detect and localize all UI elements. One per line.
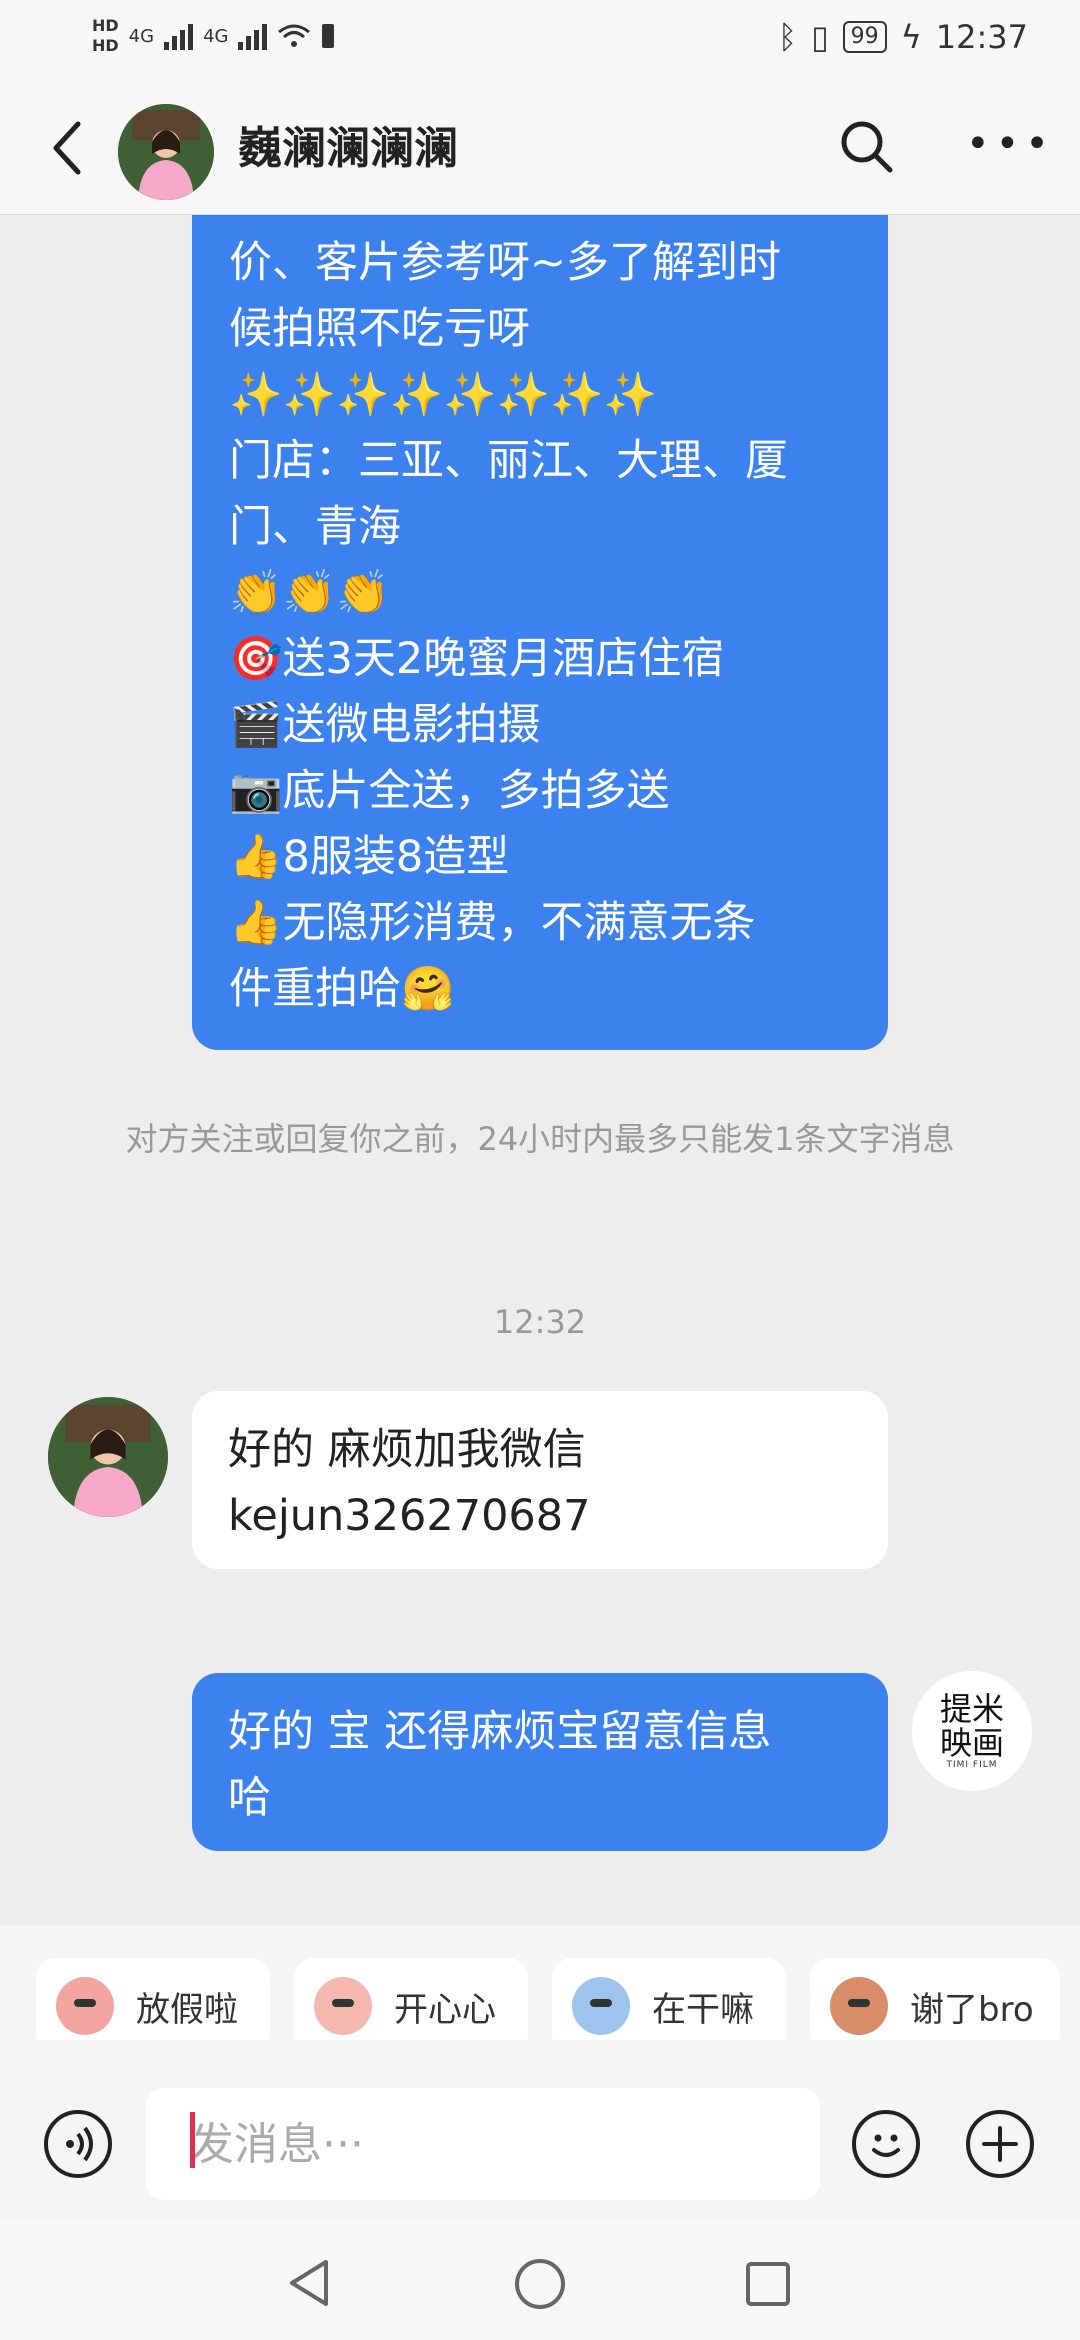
incoming-line: 好的 麻烦加我微信 (228, 1425, 586, 1475)
promo-line: 👍8服装8造型 (229, 832, 510, 882)
bluetooth-icon: ᛒ (777, 18, 798, 56)
promo-line: 候拍照不吃亏呀 (229, 304, 530, 354)
status-left: HD HD 4G 4G (92, 16, 335, 56)
logo-line1: 提米 (939, 1690, 1004, 1728)
sticker-icon (830, 1977, 888, 2035)
net2-label: 4G (203, 25, 229, 47)
signal2-icon (238, 22, 268, 50)
message-input[interactable] (146, 2088, 820, 2200)
system-notice: 对方关注或回复你之前，24小时内最多只能发1条文字消息 (125, 1120, 955, 1158)
message-timestamp: 12:32 (493, 1303, 587, 1341)
search-icon[interactable] (836, 116, 896, 176)
sticker-icon (572, 1977, 630, 2035)
promo-line: 门店：三亚、丽江、大理、厦 (229, 436, 788, 486)
incoming-line: kejun326270687 (228, 1491, 591, 1541)
chip-label: 开心心 (394, 1989, 496, 2030)
chip-label: 放假啦 (136, 1989, 238, 2030)
input-bar (0, 2040, 1080, 2220)
outgoing-bubble[interactable]: 好的 宝 还得麻烦宝留意信息 哈 (192, 1673, 888, 1851)
promo-line: ✨✨✨✨✨✨✨✨ (229, 370, 658, 420)
chat-header: 巍澜澜澜澜 ••• (0, 86, 1080, 215)
battery-level: 99 (842, 21, 887, 53)
nav-back-icon[interactable] (284, 2256, 334, 2310)
promo-line: 👍无隐形消费，不满意无条 (229, 898, 756, 948)
text-cursor (190, 2112, 195, 2168)
wifi-icon (278, 24, 311, 47)
nav-recents-icon[interactable] (744, 2260, 792, 2308)
promo-line: 👏👏👏 (229, 568, 390, 618)
hd2-label: HD (92, 36, 119, 55)
sender-avatar[interactable] (48, 1397, 168, 1517)
logo-line2: 映画 (939, 1724, 1004, 1762)
chat-title: 巍澜澜澜澜 (238, 123, 458, 174)
plus-icon[interactable] (966, 2110, 1034, 2178)
net1-label: 4G (128, 25, 155, 47)
vibrate-icon: ▯ (811, 18, 829, 56)
promo-line: 🎬送微电影拍摄 (229, 700, 541, 750)
status-right: ᛒ ▯ 99 ϟ 12:37 (778, 18, 1028, 56)
logo-small: TIMI FILM (946, 1760, 998, 1770)
promo-line: 🎯送3天2晚蜜月酒店住宿 (229, 634, 725, 684)
nav-home-icon[interactable] (512, 2256, 568, 2312)
outgoing-line: 好的 宝 还得麻烦宝留意信息 (228, 1707, 772, 1757)
more-dots-icon[interactable]: ••• (966, 124, 1055, 164)
signal-icon (164, 22, 194, 50)
clock: 12:37 (935, 18, 1028, 56)
charging-icon: ϟ (900, 18, 922, 56)
system-nav-bar (0, 2220, 1080, 2340)
emoji-icon[interactable] (852, 2110, 920, 2178)
sticker-icon (56, 1977, 114, 2035)
status-bar: HD HD 4G 4G ᛒ ▯ 99 ϟ 12:37 (0, 0, 1080, 86)
outgoing-promo-bubble[interactable]: 价、客片参考呀~多了解到时 候拍照不吃亏呀 ✨✨✨✨✨✨✨✨ 门店：三亚、丽江、… (192, 215, 888, 1050)
promo-line: 📷底片全送，多拍多送 (229, 766, 670, 816)
sim-indicator: HD HD (92, 16, 119, 56)
promo-line: 门、青海 (229, 502, 401, 552)
outgoing-line: 哈 (228, 1773, 271, 1823)
incoming-bubble[interactable]: 好的 麻烦加我微信 kejun326270687 (192, 1391, 888, 1569)
chip-label: 在干嘛 (652, 1989, 754, 2030)
voice-icon[interactable] (44, 2110, 112, 2178)
back-icon[interactable] (48, 118, 88, 178)
promo-line: 价、客片参考呀~多了解到时 (229, 238, 782, 288)
alert-battery-icon (322, 24, 335, 48)
quick-replies: 放假啦 开心心 在干嘛 谢了bro (0, 1925, 1080, 2054)
message-list[interactable]: 价、客片参考呀~多了解到时 候拍照不吃亏呀 ✨✨✨✨✨✨✨✨ 门店：三亚、丽江、… (0, 215, 1080, 1915)
promo-line: 件重拍哈🤗 (229, 964, 455, 1014)
sticker-icon (314, 1977, 372, 2035)
hd1-label: HD (92, 16, 119, 35)
self-avatar[interactable]: 提米 映画 TIMI FILM (912, 1671, 1032, 1791)
chip-label: 谢了bro (910, 1989, 1034, 2030)
contact-avatar[interactable] (118, 104, 214, 200)
